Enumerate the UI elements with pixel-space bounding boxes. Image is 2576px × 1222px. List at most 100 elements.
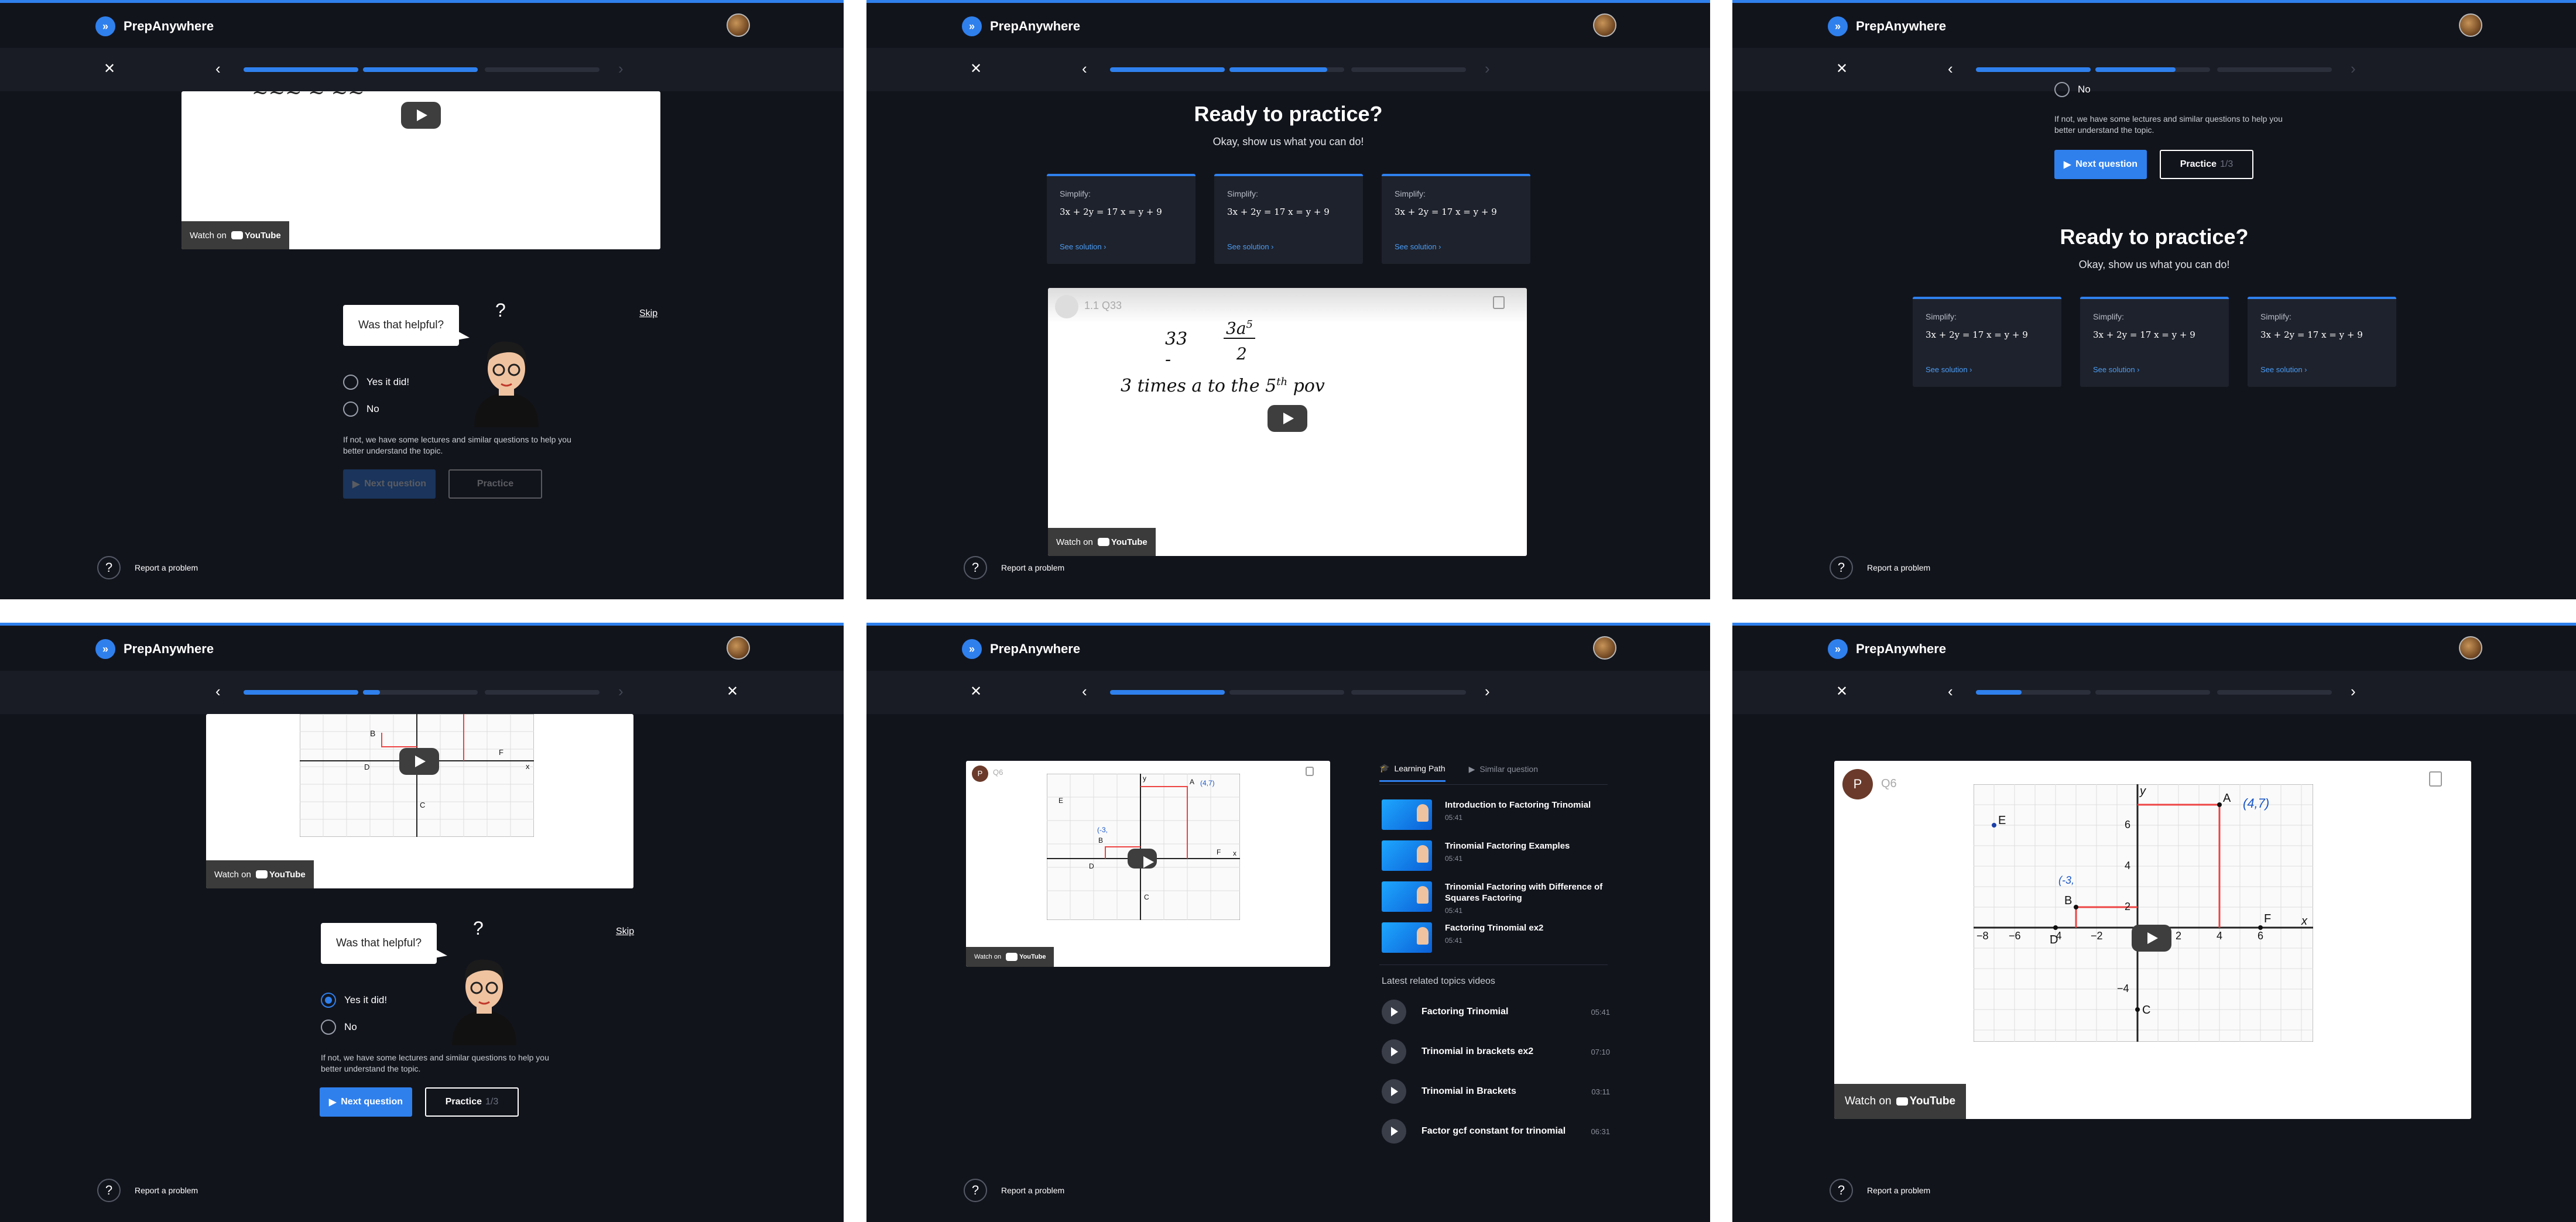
avatar[interactable]: [2459, 636, 2482, 660]
practice-card[interactable]: Simplify: 3x + 2y = 17 x = y + 9 See sol…: [1913, 297, 2061, 387]
radio-circle[interactable]: [343, 375, 358, 390]
learning-path-item[interactable]: Introduction to Factoring Trinomial 05:41: [1382, 799, 1609, 830]
next-question-button[interactable]: ▶ Next question: [320, 1087, 412, 1117]
play-circle-icon[interactable]: [1382, 1000, 1406, 1024]
help-icon[interactable]: ?: [964, 1179, 987, 1202]
play-circle-icon[interactable]: [1382, 1079, 1406, 1104]
play-button[interactable]: [1268, 405, 1307, 432]
watch-on-youtube[interactable]: Watch on YouTube: [181, 221, 289, 249]
chevron-right-icon[interactable]: ›: [618, 683, 624, 699]
practice-card[interactable]: Simplify: 3x + 2y = 17 x = y + 9 See sol…: [2080, 297, 2229, 387]
related-video[interactable]: Factor gcf constant for trinomial 06:31: [1382, 1119, 1610, 1144]
practice-card[interactable]: Simplify: 3x + 2y = 17 x = y + 9 See sol…: [1214, 174, 1363, 264]
related-video[interactable]: Trinomial in Brackets 03:11: [1382, 1079, 1610, 1104]
related-video[interactable]: Trinomial in brackets ex2 07:10: [1382, 1039, 1610, 1064]
play-circle-icon[interactable]: [1382, 1039, 1406, 1064]
close-icon[interactable]: ✕: [1834, 684, 1849, 699]
close-icon[interactable]: ✕: [102, 61, 117, 77]
avatar[interactable]: [727, 13, 750, 37]
copy-icon[interactable]: [1493, 296, 1505, 309]
radio-yes[interactable]: Yes it did!: [343, 375, 409, 390]
chevron-left-icon[interactable]: ‹: [1082, 683, 1087, 699]
tab-similar-question[interactable]: ▶ Similar question: [1469, 763, 1538, 782]
skip-link[interactable]: Skip: [639, 308, 657, 319]
brand[interactable]: » PrepAnywhere: [1828, 639, 1946, 659]
see-solution-link[interactable]: See solution ›: [2093, 365, 2140, 374]
avatar[interactable]: [2459, 13, 2482, 37]
next-question-button[interactable]: ▶ Next question: [2054, 150, 2147, 179]
chevron-left-icon[interactable]: ‹: [1948, 60, 1953, 77]
chevron-left-icon[interactable]: ‹: [215, 683, 221, 699]
see-solution-link[interactable]: See solution ›: [2260, 365, 2307, 374]
brand[interactable]: » PrepAnywhere: [962, 16, 1080, 36]
watch-on-youtube[interactable]: Watch on YouTube: [1834, 1084, 1967, 1119]
report-problem-link[interactable]: Report a problem: [1867, 563, 1930, 572]
avatar[interactable]: [1593, 636, 1616, 660]
brand[interactable]: » PrepAnywhere: [962, 639, 1080, 659]
chevron-right-icon[interactable]: ›: [1485, 60, 1490, 77]
youtube-video[interactable]: 1.1 Q33 33 - 3a5 2 3 times a to the 5th …: [1048, 288, 1527, 556]
chevron-right-icon[interactable]: ›: [2351, 683, 2356, 699]
avatar[interactable]: [1593, 13, 1616, 37]
chevron-left-icon[interactable]: ‹: [1082, 60, 1087, 77]
practice-card[interactable]: Simplify: 3x + 2y = 17 x = y + 9 See sol…: [1382, 174, 1530, 264]
brand[interactable]: » PrepAnywhere: [95, 639, 214, 659]
see-solution-link[interactable]: See solution ›: [1926, 365, 1972, 374]
help-icon[interactable]: ?: [1830, 556, 1853, 579]
radio-no[interactable]: No: [2054, 82, 2091, 97]
play-button[interactable]: [2132, 925, 2171, 952]
see-solution-link[interactable]: See solution ›: [1395, 242, 1441, 251]
youtube-video[interactable]: P Q6 A (4,7) B (-3, E C D F x y Watch on…: [966, 761, 1330, 967]
chevron-right-icon[interactable]: ›: [2351, 60, 2356, 77]
practice-button[interactable]: Practice 1/3: [2160, 150, 2253, 179]
help-icon[interactable]: ?: [97, 556, 121, 579]
practice-button[interactable]: Practice 1/3: [425, 1087, 519, 1117]
learning-path-item[interactable]: Factoring Trinomial ex2 05:41: [1382, 922, 1609, 953]
help-icon[interactable]: ?: [964, 556, 987, 579]
brand[interactable]: » PrepAnywhere: [95, 16, 214, 36]
related-video[interactable]: Factoring Trinomial 05:41: [1382, 1000, 1610, 1024]
close-icon[interactable]: ✕: [968, 61, 984, 77]
copy-icon[interactable]: [1306, 767, 1314, 776]
watch-on-youtube[interactable]: Watch on YouTube: [1048, 528, 1156, 556]
play-circle-icon[interactable]: [1382, 1119, 1406, 1144]
report-problem-link[interactable]: Report a problem: [135, 563, 198, 572]
play-button[interactable]: [1128, 849, 1157, 869]
youtube-video[interactable]: P Q6 A (4,7) B (-3, E C D F x y −8 −6 −4…: [1834, 761, 2471, 1119]
report-problem-link[interactable]: Report a problem: [1001, 563, 1064, 572]
play-button[interactable]: [399, 748, 439, 775]
report-problem-link[interactable]: Report a problem: [1867, 1186, 1930, 1195]
practice-card[interactable]: Simplify: 3x + 2y = 17 x = y + 9 See sol…: [1047, 174, 1195, 264]
radio-no[interactable]: No: [321, 1020, 357, 1035]
chevron-left-icon[interactable]: ‹: [215, 60, 221, 77]
learning-path-item[interactable]: Trinomial Factoring with Difference of S…: [1382, 881, 1609, 915]
practice-card[interactable]: Simplify: 3x + 2y = 17 x = y + 9 See sol…: [2248, 297, 2396, 387]
chevron-right-icon[interactable]: ›: [1485, 683, 1490, 699]
learning-path-item[interactable]: Trinomial Factoring Examples 05:41: [1382, 840, 1609, 871]
youtube-video[interactable]: B D C F x Watch on YouTube: [206, 714, 633, 888]
brand[interactable]: » PrepAnywhere: [1828, 16, 1946, 36]
avatar[interactable]: [727, 636, 750, 660]
radio-yes[interactable]: Yes it did!: [321, 993, 387, 1008]
chevron-left-icon[interactable]: ‹: [1948, 683, 1953, 699]
help-icon[interactable]: ?: [1830, 1179, 1853, 1202]
watch-on-youtube[interactable]: Watch on YouTube: [966, 947, 1054, 967]
close-icon[interactable]: ✕: [968, 684, 984, 699]
see-solution-link[interactable]: See solution ›: [1227, 242, 1274, 251]
chevron-right-icon[interactable]: ›: [618, 60, 624, 77]
tab-learning-path[interactable]: 🎓 Learning Path: [1379, 763, 1445, 782]
practice-button[interactable]: Practice: [448, 469, 542, 499]
radio-circle[interactable]: [321, 1020, 336, 1035]
skip-link[interactable]: Skip: [616, 926, 634, 937]
copy-icon[interactable]: [2429, 771, 2442, 787]
see-solution-link[interactable]: See solution ›: [1060, 242, 1107, 251]
report-problem-link[interactable]: Report a problem: [135, 1186, 198, 1195]
close-icon[interactable]: ✕: [725, 684, 740, 699]
help-icon[interactable]: ?: [97, 1179, 121, 1202]
radio-circle[interactable]: [2054, 82, 2070, 97]
report-problem-link[interactable]: Report a problem: [1001, 1186, 1064, 1195]
close-icon[interactable]: ✕: [1834, 61, 1849, 77]
youtube-video[interactable]: ~~~ ~ ~~ Watch on YouTube: [181, 91, 660, 249]
radio-circle[interactable]: [343, 401, 358, 417]
next-question-button[interactable]: ▶ Next question: [343, 469, 436, 499]
